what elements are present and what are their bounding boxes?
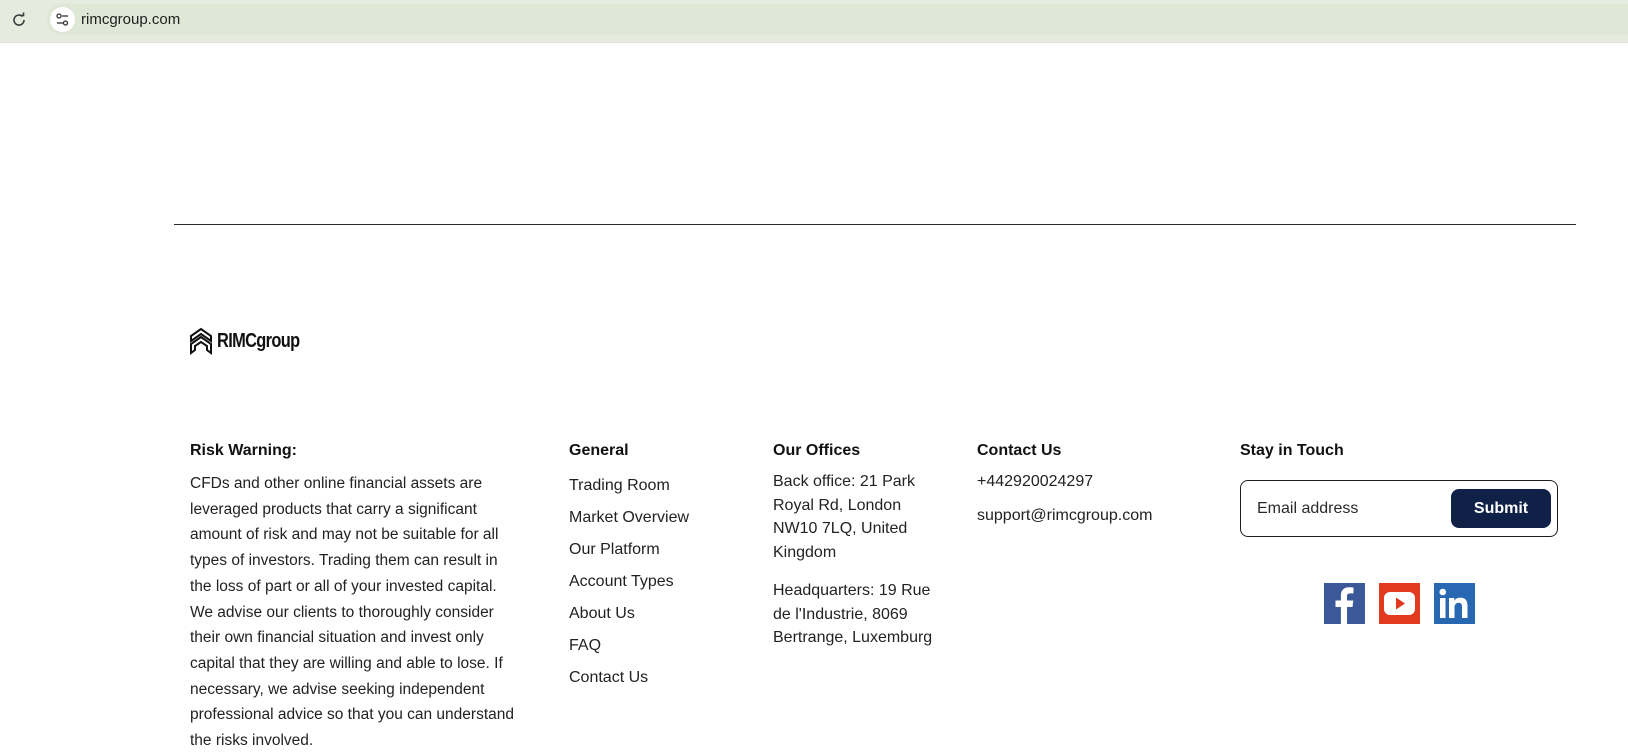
email-input[interactable]: [1255, 493, 1449, 525]
offices-title: Our Offices: [773, 442, 861, 459]
link-faq[interactable]: FAQ: [569, 630, 689, 662]
reload-icon[interactable]: [9, 10, 29, 30]
logo-text: RIMCgroup: [217, 330, 300, 352]
offices-section: Our Offices Back office: 21 Park Royal R…: [773, 442, 943, 650]
linkedin-icon[interactable]: [1434, 583, 1475, 624]
general-links-section: General Trading Room Market Overview Our…: [569, 442, 689, 694]
headquarters-address: Headquarters: 19 Rue de l'Industrie, 806…: [773, 582, 933, 646]
address-bar[interactable]: rimcgroup.com: [46, 4, 1628, 35]
general-title: General: [569, 442, 629, 459]
risk-warning-text: CFDs and other online financial assets a…: [190, 475, 514, 750]
facebook-icon[interactable]: [1324, 583, 1365, 624]
section-divider: [174, 224, 1576, 225]
risk-warning-title: Risk Warning:: [190, 442, 297, 459]
back-office-address: Back office: 21 Park Royal Rd, London NW…: [773, 473, 915, 561]
submit-button[interactable]: Submit: [1451, 489, 1551, 528]
link-account-types[interactable]: Account Types: [569, 566, 689, 598]
link-market-overview[interactable]: Market Overview: [569, 502, 689, 534]
youtube-icon[interactable]: [1379, 583, 1420, 624]
link-contact-us[interactable]: Contact Us: [569, 662, 689, 694]
phone-link[interactable]: +442920024297: [977, 473, 1152, 491]
chevron-logo-icon: [190, 327, 212, 355]
contact-title: Contact Us: [977, 442, 1062, 459]
stay-in-touch-title: Stay in Touch: [1240, 442, 1344, 459]
stay-in-touch-section: Stay in Touch: [1240, 442, 1344, 460]
link-about-us[interactable]: About Us: [569, 598, 689, 630]
email-link[interactable]: support@rimcgroup.com: [977, 507, 1152, 525]
site-info-icon[interactable]: [50, 7, 75, 32]
contact-section: Contact Us +442920024297 support@rimcgro…: [977, 442, 1152, 525]
risk-warning-section: Risk Warning: CFDs and other online fina…: [190, 442, 520, 754]
newsletter-form: Submit: [1240, 480, 1558, 537]
link-our-platform[interactable]: Our Platform: [569, 534, 689, 566]
link-trading-room[interactable]: Trading Room: [569, 470, 689, 502]
browser-toolbar: rimcgroup.com: [0, 0, 1628, 43]
url-text: rimcgroup.com: [81, 11, 181, 28]
